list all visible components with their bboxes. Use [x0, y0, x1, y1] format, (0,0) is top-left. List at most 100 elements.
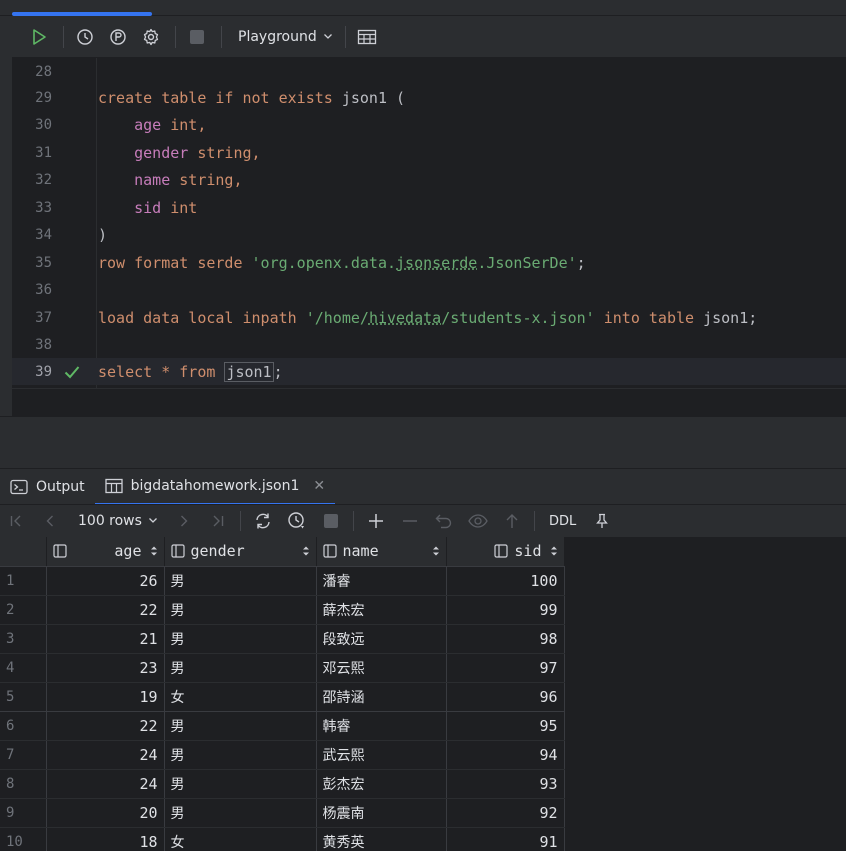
type-name: string, — [179, 170, 243, 189]
row-number-cell[interactable]: 4 — [0, 653, 47, 683]
age-cell[interactable]: 26 — [46, 566, 165, 596]
close-icon[interactable]: ✕ — [313, 478, 325, 494]
sort-icon[interactable] — [302, 545, 310, 557]
previous-page-icon[interactable] — [38, 509, 62, 533]
sid-cell[interactable]: 99 — [446, 595, 565, 625]
sort-icon[interactable] — [550, 545, 558, 557]
remove-row-icon[interactable] — [398, 509, 422, 533]
ddl-button[interactable]: DDL — [549, 514, 576, 529]
gender-cell[interactable]: 男 — [164, 566, 317, 596]
table-row[interactable]: 10 18 女黄秀英 91 — [0, 827, 565, 851]
column-header-sid[interactable]: sid — [446, 537, 565, 567]
age-cell[interactable]: 22 — [46, 711, 165, 741]
name-cell[interactable]: 武云熙 — [316, 740, 447, 770]
sid-cell[interactable]: 92 — [446, 798, 565, 828]
sid-cell[interactable]: 95 — [446, 711, 565, 741]
history-button[interactable] — [72, 24, 98, 50]
row-number-cell[interactable]: 7 — [0, 740, 47, 770]
name-cell[interactable]: 韩睿 — [316, 711, 447, 741]
name-cell[interactable]: 杨震南 — [316, 798, 447, 828]
row-number-cell[interactable]: 10 — [0, 827, 47, 851]
gender-cell[interactable]: 女 — [164, 827, 317, 851]
name-cell[interactable]: 黄秀英 — [316, 827, 447, 851]
name-cell[interactable]: 邵詩涵 — [316, 682, 447, 712]
code-editor[interactable]: 28 29 create table if not exists json1 (… — [12, 58, 846, 388]
gender-cell[interactable]: 男 — [164, 653, 317, 683]
age-cell[interactable]: 18 — [46, 827, 165, 851]
row-number-cell[interactable]: 5 — [0, 682, 47, 712]
column-header-age[interactable]: age — [46, 537, 165, 567]
row-number-cell[interactable]: 3 — [0, 624, 47, 654]
row-number-cell[interactable]: 2 — [0, 595, 47, 625]
revert-icon[interactable] — [432, 509, 456, 533]
explain-plan-button[interactable] — [105, 24, 131, 50]
stop-button[interactable] — [184, 24, 210, 50]
table-row[interactable]: 3 21 男段致远 98 — [0, 624, 565, 654]
age-cell[interactable]: 21 — [46, 624, 165, 654]
refresh-icon[interactable] — [251, 509, 275, 533]
preview-icon[interactable] — [466, 509, 490, 533]
keyword: select — [98, 362, 153, 381]
age-cell[interactable]: 24 — [46, 740, 165, 770]
row-number-cell[interactable]: 1 — [0, 566, 47, 596]
first-page-icon[interactable] — [4, 509, 28, 533]
run-button[interactable] — [26, 24, 52, 50]
column-icon — [322, 544, 337, 558]
name-cell[interactable]: 薛杰宏 — [316, 595, 447, 625]
toolbar-separator — [63, 25, 64, 48]
tab-output[interactable]: Output — [0, 469, 95, 505]
session-dropdown[interactable]: Playground — [230, 24, 341, 50]
next-page-icon[interactable] — [172, 509, 196, 533]
age-cell[interactable]: 23 — [46, 653, 165, 683]
age-cell[interactable]: 22 — [46, 595, 165, 625]
sid-cell[interactable]: 97 — [446, 653, 565, 683]
sid-cell[interactable]: 94 — [446, 740, 565, 770]
tab-result-table[interactable]: bigdatahomework.json1 ✕ — [94, 469, 336, 505]
column-header-gender[interactable]: gender — [164, 537, 317, 567]
pin-icon[interactable] — [590, 509, 614, 533]
sort-icon[interactable] — [432, 545, 440, 557]
gender-cell[interactable]: 男 — [164, 711, 317, 741]
gender-cell[interactable]: 女 — [164, 682, 317, 712]
stop-icon[interactable] — [319, 509, 343, 533]
age-cell[interactable]: 20 — [46, 798, 165, 828]
page-size-dropdown[interactable]: 100 rows — [78, 513, 158, 529]
name-cell[interactable]: 段致远 — [316, 624, 447, 654]
submit-icon[interactable] — [500, 509, 524, 533]
age-cell[interactable]: 19 — [46, 682, 165, 712]
gender-cell[interactable]: 男 — [164, 798, 317, 828]
table-view-button[interactable] — [354, 24, 380, 50]
gender-cell[interactable]: 男 — [164, 769, 317, 799]
table-row[interactable]: 5 19 女邵詩涵 96 — [0, 682, 565, 712]
table-row[interactable]: 2 22 男薛杰宏 99 — [0, 595, 565, 625]
gender-cell[interactable]: 男 — [164, 740, 317, 770]
sid-cell[interactable]: 91 — [446, 827, 565, 851]
last-page-icon[interactable] — [206, 509, 230, 533]
table-row[interactable]: 1 26 男潘睿 100 — [0, 566, 565, 596]
sid-cell[interactable]: 98 — [446, 624, 565, 654]
sid-cell[interactable]: 96 — [446, 682, 565, 712]
add-row-icon[interactable] — [364, 509, 388, 533]
table-row[interactable]: 9 20 男杨震南 92 — [0, 798, 565, 828]
history-icon[interactable] — [285, 509, 309, 533]
table-row[interactable]: 7 24 男武云熙 94 — [0, 740, 565, 770]
row-number-cell[interactable]: 8 — [0, 769, 47, 799]
name-cell[interactable]: 彭杰宏 — [316, 769, 447, 799]
table-row[interactable]: 6 22 男韩睿 95 — [0, 711, 565, 741]
table-row[interactable]: 8 24 男彭杰宏 93 — [0, 769, 565, 799]
sid-cell[interactable]: 100 — [446, 566, 565, 596]
sort-icon[interactable] — [150, 545, 158, 557]
results-grid[interactable]: age gender name sid 1 26 男 潘睿 100 2 22 男… — [0, 537, 846, 851]
age-cell[interactable]: 24 — [46, 769, 165, 799]
name-cell[interactable]: 潘睿 — [316, 566, 447, 596]
column-header-name[interactable]: name — [316, 537, 447, 567]
row-number-cell[interactable]: 6 — [0, 711, 47, 741]
name-cell[interactable]: 邓云熙 — [316, 653, 447, 683]
line-number: 36 — [35, 281, 52, 298]
settings-button[interactable] — [138, 24, 164, 50]
gender-cell[interactable]: 男 — [164, 595, 317, 625]
sid-cell[interactable]: 93 — [446, 769, 565, 799]
row-number-cell[interactable]: 9 — [0, 798, 47, 828]
table-row[interactable]: 4 23 男邓云熙 97 — [0, 653, 565, 683]
gender-cell[interactable]: 男 — [164, 624, 317, 654]
